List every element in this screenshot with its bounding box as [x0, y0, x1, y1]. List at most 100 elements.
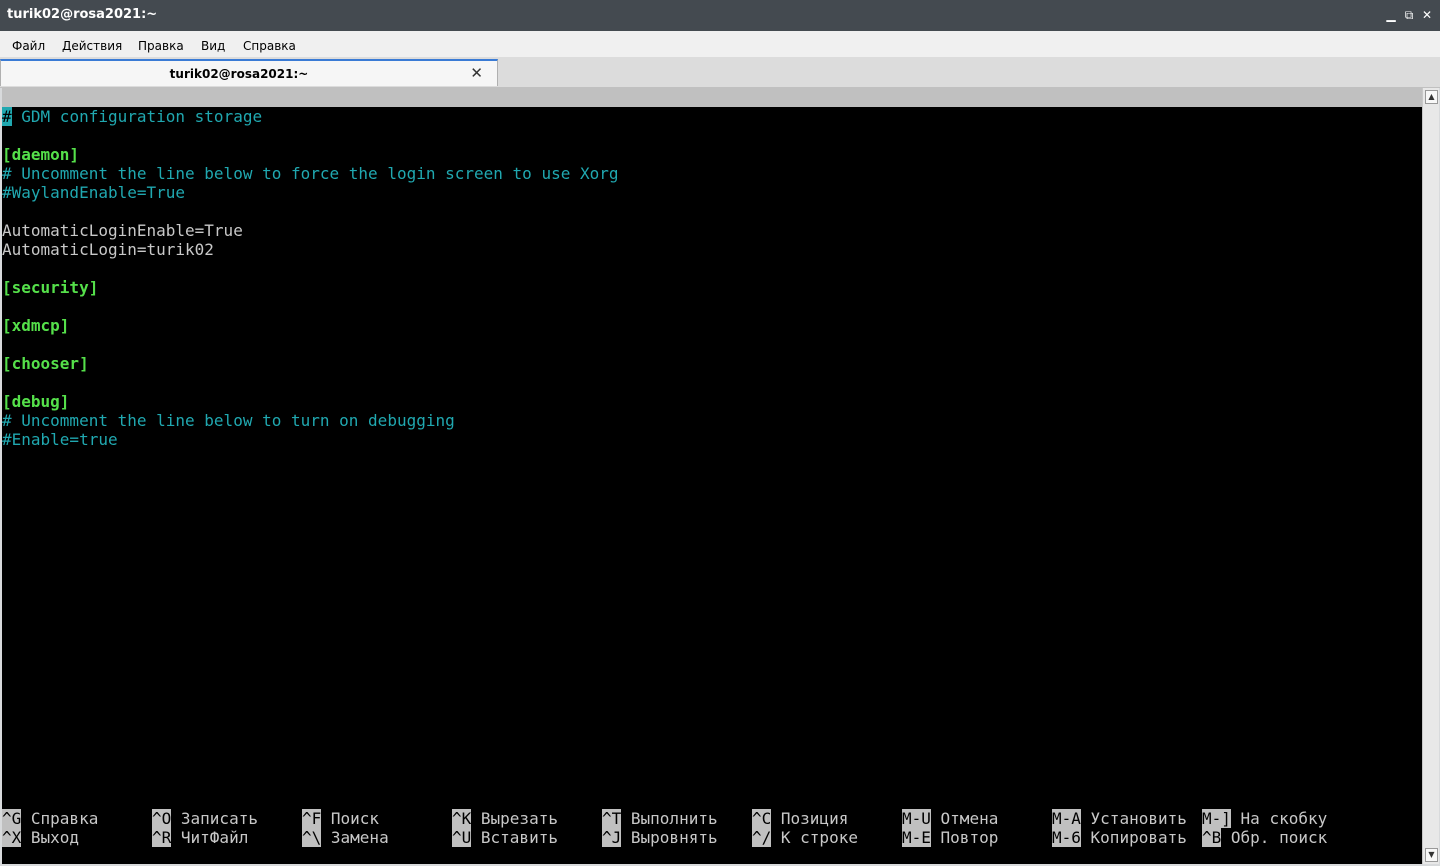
shortcut-label: Отмена	[930, 809, 999, 828]
shortcut-item[interactable]: ^U Вставить	[452, 828, 558, 847]
shortcut-item[interactable]: ^O Записать	[152, 809, 258, 828]
shortcut-label: Вставить	[471, 828, 558, 847]
shortcut-item[interactable]: ^R ЧитФайл	[152, 828, 248, 847]
shortcut-label: Выровнять	[621, 828, 718, 847]
editor-line-text: #WaylandEnable=True	[2, 183, 186, 202]
shortcut-item[interactable]: ^C Позиция	[752, 809, 848, 828]
shortcut-key: ^X	[2, 828, 22, 847]
editor-line: [xdmcp]	[2, 316, 69, 335]
shortcut-key: ^T	[602, 809, 622, 828]
shortcut-item[interactable]: ^F Поиск	[302, 809, 379, 828]
shortcut-label: Вырезать	[471, 809, 558, 828]
menu-edit[interactable]: Правка	[138, 39, 184, 53]
text-cursor: #	[2, 107, 12, 126]
shortcut-label: Установить	[1080, 809, 1187, 828]
editor-line-text: # Uncomment the line below to force the …	[2, 164, 619, 183]
tab-bar: turik02@rosa2021:~ ✕	[0, 57, 1440, 88]
menu-view[interactable]: Вид	[201, 39, 225, 53]
shortcut-label: Выход	[21, 828, 80, 847]
shortcut-item[interactable]: ^J Выровнять	[602, 828, 718, 847]
shortcut-label: К строке	[771, 828, 858, 847]
shortcut-item[interactable]: ^/ К строке	[752, 828, 858, 847]
scroll-up-icon[interactable]: ▲	[1425, 90, 1438, 104]
editor-line-text: [chooser]	[2, 354, 89, 373]
shortcut-key: M-U	[902, 809, 931, 828]
tab-close-icon[interactable]: ✕	[470, 64, 483, 82]
shortcut-label: Позиция	[771, 809, 849, 828]
shortcut-key: ^C	[752, 809, 772, 828]
shortcut-key: ^F	[302, 809, 322, 828]
shortcut-key: ^U	[452, 828, 472, 847]
shortcut-label: На скобку	[1230, 809, 1328, 828]
editor-line-text: AutomaticLogin=turik02	[2, 240, 214, 259]
editor-line-text: # Uncomment the line below to turn on de…	[2, 411, 455, 430]
editor-line-text: [debug]	[2, 392, 70, 411]
shortcut-item[interactable]: M-] На скобку	[1202, 809, 1327, 828]
shortcut-key: M-]	[1202, 809, 1231, 828]
shortcut-label: Замена	[321, 828, 389, 847]
shortcut-item[interactable]: ^G Справка	[2, 809, 98, 828]
shortcut-key: ^/	[752, 828, 772, 847]
shortcut-key: ^K	[452, 809, 472, 828]
shortcut-label: Записать	[171, 809, 258, 828]
shortcut-item[interactable]: ^X Выход	[2, 828, 79, 847]
shortcut-key: ^R	[152, 828, 172, 847]
maximize-button[interactable]: ⧉	[1402, 7, 1416, 23]
shortcut-label: Повтор	[930, 828, 999, 847]
shortcut-item[interactable]: ^K Вырезать	[452, 809, 558, 828]
editor-line: [chooser]	[2, 354, 89, 373]
editor-line: AutomaticLogin=turik02	[2, 240, 214, 259]
shortcut-label: ЧитФайл	[171, 828, 249, 847]
menu-help[interactable]: Справка	[243, 39, 296, 53]
editor-line: # Uncomment the line below to turn on de…	[2, 411, 455, 430]
editor-line: #Enable=true	[2, 430, 118, 449]
shortcut-key: ^B	[1202, 828, 1222, 847]
shortcut-key: M-6	[1052, 828, 1081, 847]
menu-actions[interactable]: Действия	[62, 39, 122, 53]
editor-line-text: AutomaticLoginEnable=True	[2, 221, 243, 240]
editor-line-text: #Enable=true	[2, 430, 118, 449]
editor-line: #WaylandEnable=True	[2, 183, 185, 202]
shortcut-item[interactable]: M-U Отмена	[902, 809, 998, 828]
shortcut-item[interactable]: ^\ Замена	[302, 828, 389, 847]
editor-line-text: [daemon]	[2, 145, 80, 164]
window-titlebar[interactable]: turik02@rosa2021:~ ▁ ⧉ ✕	[0, 0, 1440, 31]
shortcut-key: ^J	[602, 828, 622, 847]
shortcut-label: Поиск	[321, 809, 380, 828]
editor-line-text: [xdmcp]	[2, 316, 70, 335]
nano-filename: /etc/gdm/custom.conf	[632, 126, 825, 145]
shortcut-label: Выполнить	[621, 809, 718, 828]
editor-line-text: [security]	[2, 278, 99, 297]
shortcut-key: M-A	[1052, 809, 1081, 828]
scroll-down-icon[interactable]: ▼	[1425, 848, 1438, 862]
shortcut-key: ^O	[152, 809, 172, 828]
editor-line: [security]	[2, 278, 98, 297]
editor-line: # GDM configuration storage	[2, 107, 262, 126]
shortcut-key: M-E	[902, 828, 931, 847]
shortcut-key: ^\	[302, 828, 322, 847]
shortcut-item[interactable]: M-6 Копировать	[1052, 828, 1187, 847]
shortcut-key: ^G	[2, 809, 22, 828]
menu-file[interactable]: Файл	[12, 39, 45, 53]
shortcut-item[interactable]: ^T Выполнить	[602, 809, 718, 828]
editor-line-text: GDM configuration storage	[11, 107, 263, 126]
nano-header: GNU nano 8.2 /etc/gdm/custom.conf	[2, 88, 1422, 145]
editor-line: AutomaticLoginEnable=True	[2, 221, 243, 240]
terminal-area[interactable]: GNU nano 8.2 /etc/gdm/custom.conf # GDM …	[2, 88, 1422, 864]
minimize-button[interactable]: ▁	[1384, 7, 1398, 23]
close-button[interactable]: ✕	[1420, 7, 1434, 23]
editor-line: [daemon]	[2, 145, 79, 164]
shortcut-item[interactable]: M-E Повтор	[902, 828, 998, 847]
tab-title: turik02@rosa2021:~	[169, 67, 309, 81]
shortcut-item[interactable]: ^B Обр. поиск	[1202, 828, 1327, 847]
shortcut-item[interactable]: M-A Установить	[1052, 809, 1187, 828]
menu-bar: Файл Действия Правка Вид Справка	[0, 31, 1440, 57]
shortcut-label: Обр. поиск	[1221, 828, 1328, 847]
window-title: turik02@rosa2021:~	[7, 7, 158, 22]
editor-line: [debug]	[2, 392, 69, 411]
editor-line: # Uncomment the line below to force the …	[2, 164, 619, 183]
tab-terminal[interactable]: turik02@rosa2021:~ ✕	[0, 59, 498, 86]
shortcut-label: Копировать	[1080, 828, 1187, 847]
shortcut-label: Справка	[21, 809, 99, 828]
scrollbar[interactable]: ▲ ▼	[1422, 88, 1439, 864]
